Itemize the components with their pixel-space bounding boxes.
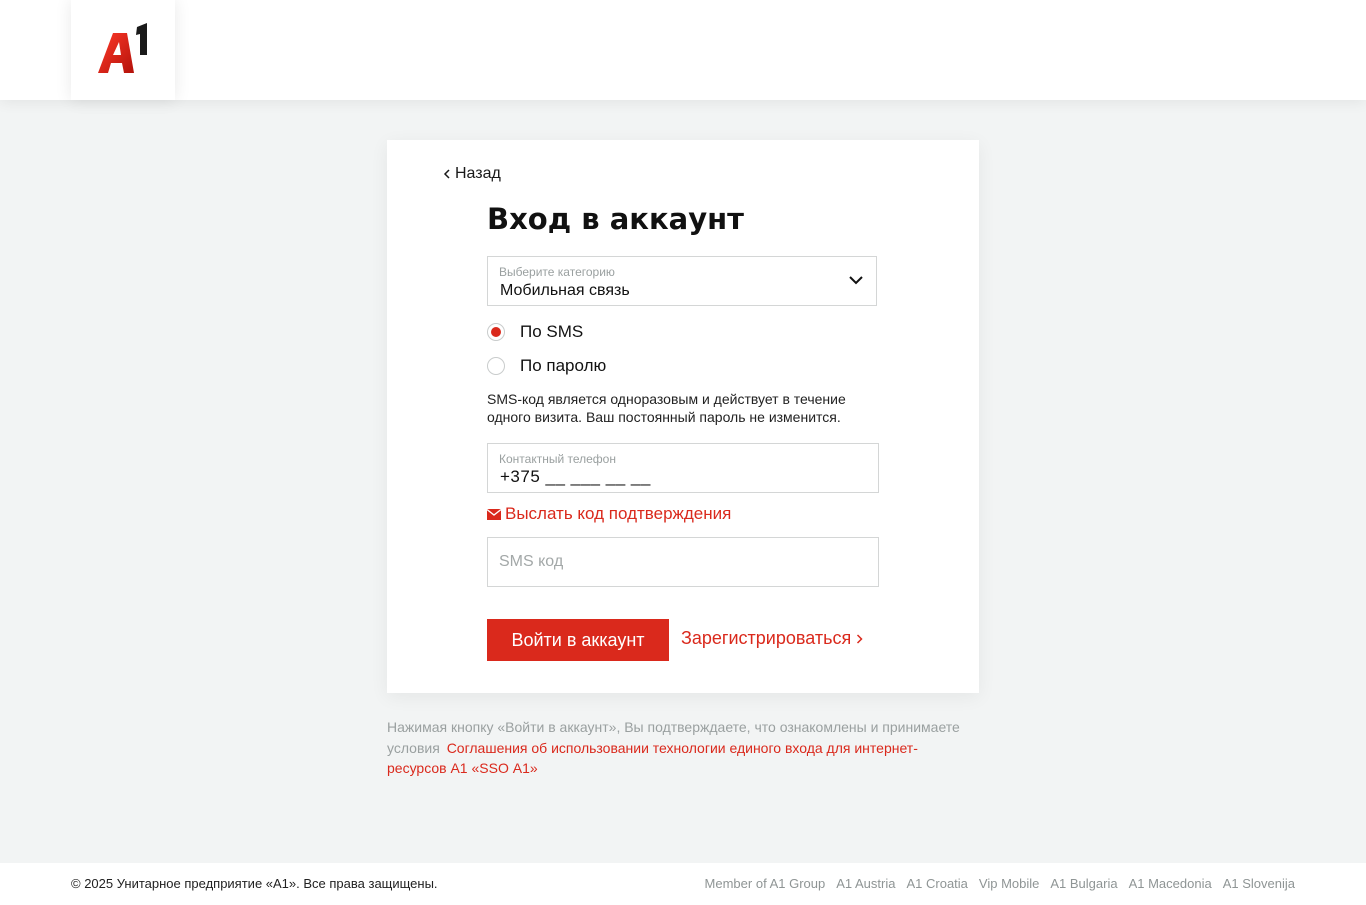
radio-button-sms[interactable]	[487, 323, 505, 341]
register-link-label: Зарегистрироваться	[681, 628, 852, 648]
send-code-link[interactable]: Выслать код подтверждения	[487, 504, 731, 524]
footer-link-a1-croatia[interactable]: A1 Croatia	[906, 876, 967, 891]
footer-link-a1-bulgaria[interactable]: A1 Bulgaria	[1050, 876, 1117, 891]
phone-input-label: Контактный телефон	[499, 452, 616, 466]
sms-hint: SMS-код является одноразовым и действует…	[487, 391, 846, 425]
method-radio-password[interactable]: По паролю	[487, 355, 606, 377]
category-select-label: Выберите категорию	[499, 265, 615, 279]
envelope-icon	[487, 508, 501, 520]
method-radio-password-label: По паролю	[520, 356, 607, 375]
footer-link-a1-austria[interactable]: A1 Austria	[836, 876, 895, 891]
chevron-down-icon	[849, 276, 863, 285]
chevron-right-icon	[857, 633, 863, 644]
radio-button-password[interactable]	[487, 357, 505, 375]
footer-links: Member of A1 Group A1 Austria A1 Croatia…	[705, 876, 1295, 891]
phone-input-value: +375 __ ___ __ __	[500, 467, 651, 486]
back-link-label: Назад	[455, 165, 501, 182]
footer-link-a1-slovenija[interactable]: A1 Slovenija	[1223, 876, 1295, 891]
category-select-value: Мобильная связь	[500, 282, 630, 299]
agreement-text: Нажимая кнопку «Войти в аккаунт», Вы под…	[387, 717, 967, 779]
chevron-left-icon	[443, 169, 450, 179]
page-title: Вход в аккаунт	[487, 202, 744, 236]
footer-link-a1-macedonia[interactable]: A1 Macedonia	[1129, 876, 1212, 891]
login-card: Назад Вход в аккаунт Выберите категорию …	[387, 140, 979, 693]
back-link[interactable]: Назад	[443, 164, 501, 184]
footer: © 2025 Унитарное предприятие «А1». Все п…	[0, 863, 1366, 905]
register-link[interactable]: Зарегистрироваться	[681, 628, 863, 649]
a1-logo[interactable]	[71, 0, 175, 100]
a1-logo-icon	[98, 23, 147, 73]
login-button[interactable]: Войти в аккаунт	[487, 619, 669, 661]
header	[0, 0, 1366, 100]
send-code-label: Выслать код подтверждения	[505, 504, 732, 523]
sms-code-placeholder: SMS код	[499, 553, 564, 570]
phone-input[interactable]: Контактный телефон +375 __ ___ __ __	[487, 443, 879, 493]
agreement-link[interactable]: Соглашения об использовании технологии е…	[387, 740, 918, 777]
footer-link-a1-group[interactable]: Member of A1 Group	[705, 876, 826, 891]
copyright: © 2025 Унитарное предприятие «А1». Все п…	[71, 876, 438, 891]
footer-link-vip-mobile[interactable]: Vip Mobile	[979, 876, 1039, 891]
method-radio-sms[interactable]: По SMS	[487, 321, 583, 343]
method-radio-sms-label: По SMS	[520, 322, 584, 341]
category-select[interactable]: Выберите категорию Мобильная связь	[487, 256, 877, 306]
sms-code-input[interactable]: SMS код	[487, 537, 879, 587]
